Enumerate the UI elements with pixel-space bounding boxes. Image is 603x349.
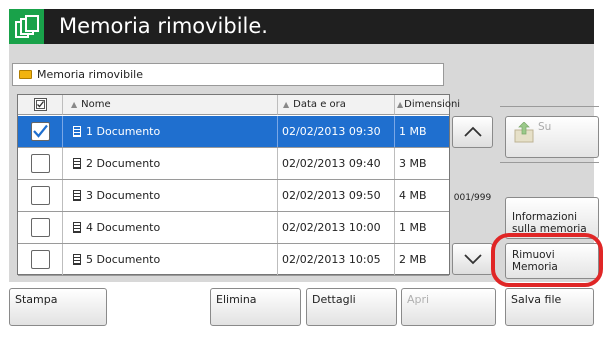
- open-button[interactable]: Apri: [401, 288, 496, 326]
- folder-icon: [19, 70, 32, 79]
- divider: [500, 162, 599, 163]
- file-size: 4 MB: [399, 189, 427, 202]
- select-all-header[interactable]: [18, 95, 63, 115]
- sort-ascending-icon: ▲: [283, 100, 290, 109]
- document-icon: [73, 190, 81, 201]
- file-datetime: 02/02/2013 10:05: [278, 244, 395, 275]
- folder-up-button[interactable]: Su: [505, 116, 599, 158]
- folder-up-icon: [514, 121, 536, 144]
- print-label: Stampa: [15, 293, 58, 306]
- file-name: 4 Documento: [86, 221, 161, 234]
- file-size: 1 MB: [399, 125, 427, 138]
- file-name: 3 Documento: [86, 189, 161, 202]
- delete-label: Elimina: [216, 293, 257, 306]
- row-checkbox[interactable]: [30, 218, 50, 237]
- column-name-label: Nome: [81, 99, 111, 110]
- remove-memory-label: Rimuovi Memoria: [512, 249, 558, 273]
- column-header-name[interactable]: ▲ Nome: [63, 95, 278, 115]
- document-icon: [73, 254, 81, 265]
- memory-info-label: Informazioni sulla memoria: [512, 211, 587, 235]
- delete-button[interactable]: Elimina: [210, 288, 301, 326]
- checkbox-cell: [18, 148, 63, 179]
- removable-memory-app-icon: [9, 9, 44, 44]
- document-icon: [73, 126, 81, 137]
- row-checkbox[interactable]: [30, 186, 50, 205]
- scroll-down-icon: [463, 254, 482, 265]
- document-icon: [73, 158, 81, 169]
- print-button[interactable]: Stampa: [9, 288, 107, 326]
- page-counter: 001/999: [453, 193, 492, 203]
- file-name-cell: 5 Documento: [63, 244, 278, 275]
- sort-ascending-icon: ▲: [397, 100, 404, 109]
- details-label: Dettagli: [312, 293, 356, 306]
- copy-pages-icon: [14, 14, 39, 38]
- details-button[interactable]: Dettagli: [306, 288, 397, 326]
- table-row[interactable]: 1 Documento 02/02/2013 09:30 1 MB: [18, 116, 449, 148]
- column-header-size[interactable]: ▲ Dimensioni: [395, 95, 460, 115]
- file-size: 2 MB: [399, 253, 427, 266]
- memory-info-button[interactable]: Informazioni sulla memoria: [505, 197, 599, 239]
- column-datetime-label: Data e ora: [293, 99, 346, 110]
- checkmark-icon: [32, 124, 48, 138]
- checkbox-cell: [18, 244, 63, 275]
- file-name: 1 Documento: [86, 125, 161, 138]
- page-title: Memoria rimovibile.: [59, 14, 268, 38]
- file-name-cell: 2 Documento: [63, 148, 278, 179]
- folder-up-label: Su: [538, 121, 552, 133]
- open-label: Apri: [407, 293, 430, 306]
- checkbox-cell: [18, 212, 63, 243]
- remove-memory-button[interactable]: Rimuovi Memoria: [505, 243, 599, 279]
- checkbox-cell: [18, 116, 63, 147]
- sort-ascending-icon: ▲: [71, 100, 78, 109]
- file-datetime: 02/02/2013 09:50: [278, 180, 395, 211]
- file-size: 1 MB: [399, 221, 427, 234]
- file-name-cell: 4 Documento: [63, 212, 278, 243]
- title-bar: Memoria rimovibile.: [9, 9, 594, 44]
- checkbox-cell: [18, 180, 63, 211]
- path-label: Memoria rimovibile: [37, 68, 143, 81]
- file-name: 2 Documento: [86, 157, 161, 170]
- column-size-label: Dimensioni: [404, 99, 461, 110]
- row-checkbox[interactable]: [30, 250, 50, 269]
- document-icon: [73, 222, 81, 233]
- file-table: ▲ Nome ▲ Data e ora ▲ Dimensioni 1 Docum…: [17, 94, 460, 276]
- table-row[interactable]: 2 Documento 02/02/2013 09:40 3 MB: [18, 148, 449, 180]
- scroll-down-button[interactable]: [452, 243, 493, 275]
- column-header-datetime[interactable]: ▲ Data e ora: [278, 95, 395, 115]
- row-checkbox[interactable]: [30, 122, 50, 141]
- row-checkbox[interactable]: [30, 154, 50, 173]
- file-size: 3 MB: [399, 157, 427, 170]
- file-datetime: 02/02/2013 10:00: [278, 212, 395, 243]
- file-name-cell: 1 Documento: [63, 116, 278, 147]
- table-row[interactable]: 3 Documento 02/02/2013 09:50 4 MB: [18, 180, 449, 212]
- select-all-checkbox-icon[interactable]: [33, 98, 47, 111]
- scroll-up-icon: [463, 126, 482, 137]
- file-datetime: 02/02/2013 09:40: [278, 148, 395, 179]
- scroll-up-button[interactable]: [452, 116, 493, 148]
- table-row[interactable]: 5 Documento 02/02/2013 10:05 2 MB: [18, 244, 449, 276]
- save-file-button[interactable]: Salva file: [505, 288, 594, 326]
- file-name: 5 Documento: [86, 253, 161, 266]
- file-datetime: 02/02/2013 09:30: [278, 116, 395, 147]
- save-file-label: Salva file: [511, 293, 562, 306]
- file-name-cell: 3 Documento: [63, 180, 278, 211]
- path-breadcrumb: Memoria rimovibile: [12, 63, 444, 86]
- table-row[interactable]: 4 Documento 02/02/2013 10:00 1 MB: [18, 212, 449, 244]
- divider: [500, 106, 599, 107]
